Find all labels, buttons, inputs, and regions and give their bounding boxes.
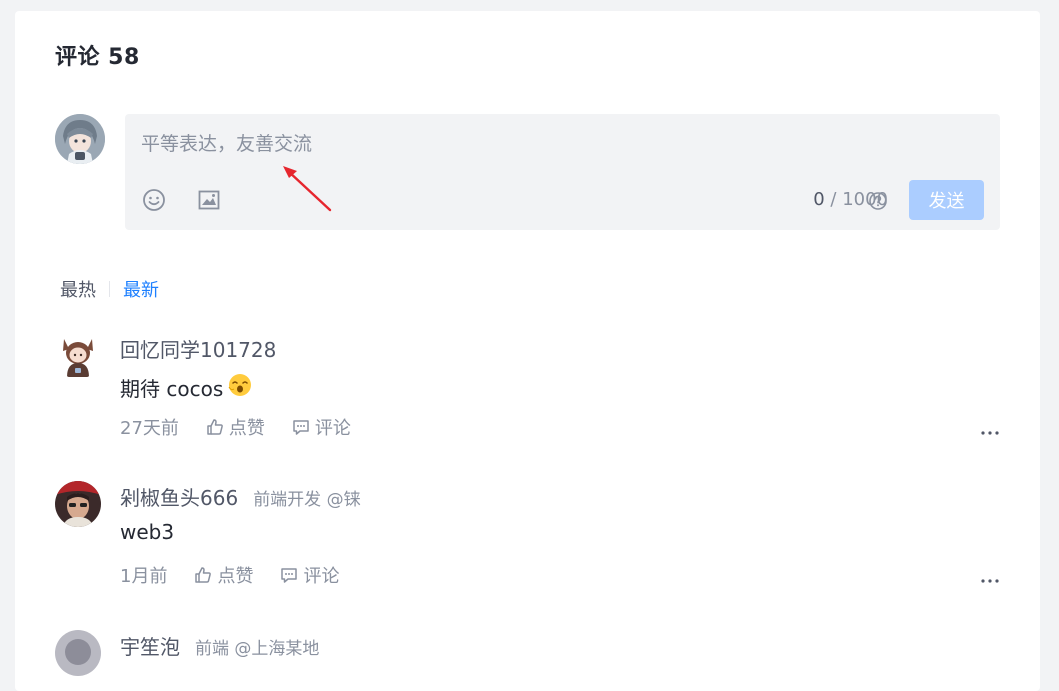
more-options-icon[interactable] bbox=[980, 421, 1000, 440]
comment-actions: 27天前 点赞 评论 bbox=[120, 414, 377, 440]
comment-text: web3 bbox=[120, 520, 175, 544]
comment-content: web3 bbox=[120, 520, 174, 544]
commenter-avatar[interactable] bbox=[55, 630, 101, 676]
image-icon[interactable] bbox=[196, 187, 222, 213]
current-user-avatar[interactable] bbox=[55, 114, 105, 164]
comment-bubble-icon bbox=[281, 568, 298, 583]
like-button[interactable]: 点赞 bbox=[205, 414, 265, 440]
comment-input[interactable] bbox=[141, 130, 981, 158]
comment-editor: 0 / 1000 发送 bbox=[125, 114, 1000, 230]
reply-button[interactable]: 评论 bbox=[279, 562, 339, 588]
counter-separator: / bbox=[824, 189, 843, 210]
like-label: 点赞 bbox=[228, 418, 265, 439]
send-button[interactable]: 发送 bbox=[909, 180, 984, 220]
comments-title: 评论 58 bbox=[55, 45, 140, 70]
commenter-name[interactable]: 剁椒鱼头666 bbox=[120, 482, 238, 511]
annotation-arrow-icon bbox=[283, 166, 332, 212]
comment-emoji-icon bbox=[227, 372, 253, 403]
reply-label: 评论 bbox=[303, 566, 340, 587]
commenter-name[interactable]: 回忆同学101728 bbox=[120, 334, 276, 363]
thumbs-up-icon bbox=[207, 419, 223, 435]
comment-content: 期待 cocos bbox=[120, 372, 253, 403]
commenter-avatar[interactable] bbox=[55, 481, 101, 527]
commenter-job: 前端 @上海某地 bbox=[195, 639, 320, 659]
sort-tab-new[interactable]: 最新 bbox=[123, 276, 159, 302]
reply-label: 评论 bbox=[314, 418, 351, 439]
comment-time: 1月前 bbox=[120, 566, 168, 587]
sort-tabs: 最热 最新 bbox=[60, 276, 159, 302]
counter-current: 0 bbox=[813, 189, 825, 210]
comment-bubble-icon bbox=[293, 420, 309, 435]
comments-panel: 评论 58 平等表达，友善交流 0 / 1000 发送 最热 最新 回忆同学10… bbox=[15, 11, 1040, 691]
emoji-icon[interactable] bbox=[141, 187, 167, 213]
comment-header: 剁椒鱼头666 前端开发 @铼 bbox=[120, 482, 361, 511]
sort-tab-hot[interactable]: 最热 bbox=[60, 276, 96, 302]
comment-header: 回忆同学101728 bbox=[120, 334, 276, 363]
commenter-job: 前端开发 @铼 bbox=[253, 490, 361, 510]
comment-time: 27天前 bbox=[120, 418, 179, 439]
commenter-avatar[interactable] bbox=[55, 333, 101, 379]
comment-text: 期待 cocos bbox=[120, 377, 224, 401]
thumbs-up-icon bbox=[195, 567, 212, 583]
like-button[interactable]: 点赞 bbox=[193, 562, 253, 588]
like-label: 点赞 bbox=[217, 566, 254, 587]
commenter-name[interactable]: 宇笙泡 bbox=[120, 631, 180, 660]
reply-button[interactable]: 评论 bbox=[291, 414, 351, 440]
help-icon-glyph[interactable] bbox=[868, 191, 888, 215]
more-options-icon[interactable] bbox=[980, 569, 1000, 588]
comment-header: 宇笙泡 前端 @上海某地 bbox=[120, 631, 319, 660]
sort-divider bbox=[109, 281, 110, 297]
comment-actions: 1月前 点赞 评论 bbox=[120, 562, 365, 588]
